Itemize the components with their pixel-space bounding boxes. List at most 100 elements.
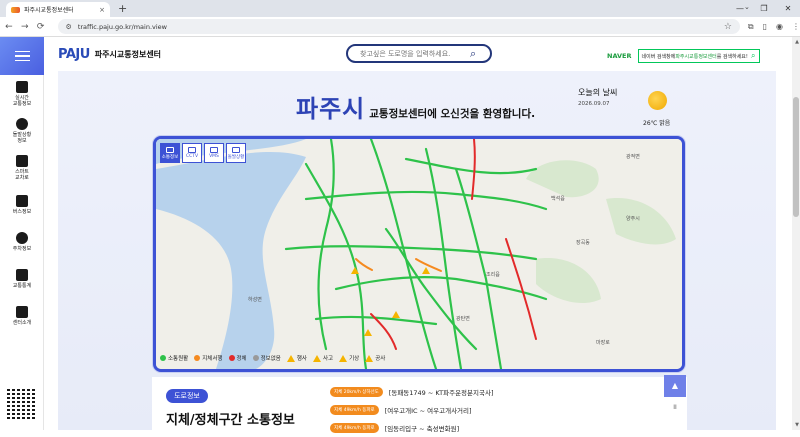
tab-cctv[interactable]: CCTV — [182, 143, 202, 163]
legend-item: 공사 — [365, 354, 385, 362]
legend-item: 소통원활 — [160, 354, 188, 362]
road-info-list: 지체 20km/h 상하선도 [동패동1749 ~ KT파주운정분지국사] 지체… — [330, 383, 494, 437]
map-place-label: 장곡동 — [576, 240, 590, 246]
map-place-label: 백석읍 — [551, 196, 565, 202]
list-item[interactable]: 지체 49km/h 동파로 [임동리입구 ~ 축성변화원] — [330, 419, 494, 437]
welcome-message: 교통정보센터에 오신것을 환영합니다. — [369, 108, 536, 120]
road-search-input[interactable] — [360, 49, 470, 58]
welcome-city: 파주시 — [296, 95, 366, 123]
sidepanel-icon[interactable]: ▯ — [763, 22, 767, 32]
legend-label: 지체서행 — [202, 356, 223, 362]
road-section-name: [임동리입구 ~ 축성변화원] — [384, 425, 460, 433]
sidebar-item-parking[interactable]: 주차정보 — [0, 223, 44, 260]
road-search: ⌕ — [346, 44, 492, 63]
map-canvas[interactable] — [156, 139, 682, 369]
legend-label: 공사 — [375, 356, 386, 362]
weather-title: 오늘의 날씨 — [578, 88, 618, 97]
map-tab-label: 돌발상황 — [227, 154, 245, 160]
hamburger-menu-button[interactable] — [0, 37, 44, 75]
favicon-icon — [11, 6, 20, 13]
weather-date: 2026.09.07 — [578, 101, 610, 107]
scroll-down-arrow-icon[interactable]: ▼ — [795, 422, 799, 428]
naver-search-banner[interactable]: NAVER 네이버 검색창에 파주시교통정보센터 를 검색하세요! ⌕ — [607, 49, 760, 63]
map-tab-label: VMS — [209, 154, 219, 159]
map-tab-label: CCTV — [185, 154, 199, 159]
sidebar-item-bus[interactable]: 버스정보 — [0, 186, 44, 223]
address-bar[interactable]: ⚙ traffic.paju.go.kr/main.view ☆ — [57, 19, 740, 34]
tab-traffic[interactable]: 소통정보 — [160, 143, 180, 163]
sidebar-item-realtime-traffic[interactable]: 실시간 교통정보 — [0, 75, 44, 112]
scroll-up-button[interactable]: ▲ — [664, 375, 686, 397]
list-item[interactable]: 지체 20km/h 상하선도 [동패동1749 ~ KT파주운정분지국사] — [330, 383, 494, 401]
map-place-label: 광적면 — [626, 154, 640, 160]
map-tab-label: 소통정보 — [161, 154, 179, 160]
forward-button[interactable]: → — [18, 22, 32, 32]
sunny-icon — [648, 91, 667, 110]
alert-icon — [16, 117, 28, 130]
tab-incident[interactable]: 돌발상황 — [226, 143, 246, 163]
naver-logo: NAVER — [607, 52, 632, 60]
sidebar-item-statistics[interactable]: 교통통계 — [0, 260, 44, 297]
bus-icon — [16, 194, 28, 207]
sidebar-item-label: 센터소개 — [12, 319, 32, 326]
bookmark-star-icon[interactable]: ☆ — [724, 22, 732, 32]
logo-mark: PAJU — [58, 46, 90, 62]
browser-tab[interactable]: 파주시교통정보센터 × — [6, 2, 110, 17]
traffic-map[interactable]: 소통정보 CCTV VMS 돌발상황 광적면 백석읍 양주시 하성면 조리읍 장… — [153, 136, 685, 372]
sidebar-item-label: 버스정보 — [12, 208, 32, 215]
vms-icon — [210, 147, 218, 153]
scroll-up-arrow-icon[interactable]: ▲ — [795, 39, 799, 45]
close-window-button[interactable]: ✕ — [776, 0, 800, 17]
legend-label: 사고 — [323, 356, 334, 362]
legend-label: 정체 — [236, 356, 247, 362]
sidebar-item-incidents[interactable]: 돌발상황 정보 — [0, 112, 44, 149]
new-tab-button[interactable]: + — [118, 2, 127, 15]
tab-vms[interactable]: VMS — [204, 143, 224, 163]
sidebar-item-center-intro[interactable]: 센터소개 — [0, 297, 44, 334]
incident-icon — [232, 146, 240, 153]
legend-label: 소통원활 — [168, 356, 189, 362]
extensions-icon[interactable]: ⧉ — [748, 22, 754, 32]
left-sidebar: 실시간 교통정보 돌발상황 정보 스마트 교차로 버스정보 주차정보 교통통계 … — [0, 37, 44, 430]
url-text[interactable]: traffic.paju.go.kr/main.view — [78, 23, 718, 31]
legend-item: 사고 — [313, 354, 333, 362]
road-status-tag: 지체 20km/h 상하선도 — [330, 387, 383, 397]
construction-icon — [365, 354, 374, 362]
tab-close-icon[interactable]: × — [99, 6, 105, 14]
browser-tabbar: 파주시교통정보센터 × + ⌄ — ❐ ✕ — [0, 0, 800, 17]
back-button[interactable]: ← — [2, 22, 16, 32]
naver-search-icon: ⌕ — [751, 51, 756, 60]
smart-crossroad-icon — [16, 154, 28, 167]
legend-swatch — [194, 355, 201, 361]
legend-item: 행사 — [286, 354, 307, 362]
sidebar-item-smart-crossroad[interactable]: 스마트 교차로 — [0, 149, 44, 186]
maximize-button[interactable]: ❐ — [752, 0, 776, 17]
menu-kebab-icon[interactable]: ⋮ — [792, 22, 800, 32]
site-header: PAJU 파주시교통정보센터 ⌕ NAVER 네이버 검색창에 파주시교통정보센… — [44, 37, 800, 71]
road-info-badge: 도로정보 — [166, 389, 208, 403]
naver-search-box: 네이버 검색창에 파주시교통정보센터 를 검색하세요! ⌕ — [637, 49, 760, 63]
legend-swatch — [228, 355, 235, 361]
reload-button[interactable]: ⟳ — [34, 22, 48, 32]
welcome-banner: 파주시 교통정보센터에 오신것을 환영합니다. — [296, 89, 535, 124]
legend-label: 기상 — [349, 356, 360, 362]
traffic-tab-icon — [166, 146, 174, 153]
map-legend: 소통원활 지체서행 정체 정보없음 행사 사고 기상 공사 — [160, 354, 385, 362]
minimize-button[interactable]: — — [728, 0, 752, 17]
sidebar-item-label: 실시간 교통정보 — [12, 94, 32, 107]
site-info-icon[interactable]: ⚙ — [66, 23, 72, 31]
naver-text-highlight: 파주시교통정보센터 — [675, 53, 717, 60]
site-logo[interactable]: PAJU 파주시교통정보센터 — [58, 47, 161, 62]
browser-toolbar: ← → ⟳ ⚙ traffic.paju.go.kr/main.view ☆ ⧉… — [0, 17, 800, 37]
search-icon[interactable]: ⌕ — [470, 47, 476, 61]
sidebar-item-label: 주차정보 — [12, 245, 32, 252]
pause-button[interactable]: II — [664, 397, 686, 419]
list-item[interactable]: 지체 49km/h 동파로 [여우고개IC ~ 여우고개사거리] — [330, 401, 494, 419]
building-icon — [16, 305, 28, 318]
road-info-card: 도로정보 지체/정체구간 소통정보 지체 20km/h 상하선도 [동패동174… — [152, 377, 687, 437]
page-scrollbar[interactable]: ▲ ▼ — [792, 37, 800, 430]
profile-icon[interactable]: ◉ — [776, 22, 783, 32]
map-place-label: 양주시 — [626, 216, 640, 222]
naver-text-post: 를 검색하세요! — [716, 53, 748, 60]
scrollbar-thumb[interactable] — [793, 97, 799, 217]
